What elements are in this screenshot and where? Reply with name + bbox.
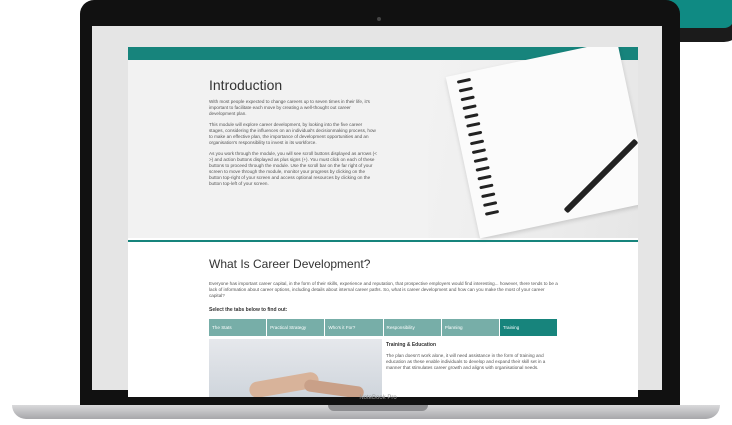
tab-responsibility[interactable]: Responsibility	[383, 319, 442, 336]
tab-training[interactable]: Training	[499, 319, 559, 336]
section-divider	[128, 240, 638, 242]
laptop-notch	[328, 405, 428, 411]
laptop-brand: NoteBook Pro	[359, 395, 397, 401]
camera-icon	[377, 17, 381, 21]
section-title: What Is Career Development?	[209, 257, 371, 271]
training-photo	[209, 339, 382, 397]
intro-paragraph: With most people expected to change care…	[209, 99, 370, 116]
intro-paragraph: This module will explore career developm…	[209, 122, 376, 145]
tabs-instruction: Select the tabs below to find out:	[209, 307, 288, 313]
panel-text: The plan doesn't work alone, it will nee…	[386, 353, 546, 370]
intro-paragraph: As you work through the module, you will…	[209, 151, 377, 186]
tab-planning[interactable]: Planning	[441, 319, 500, 336]
section-body: Everyone has important career capital, i…	[209, 281, 558, 298]
tab-bar: The Stats Practical Strategy Who's it Fo…	[209, 319, 559, 336]
tab-the-stats[interactable]: The Stats	[209, 319, 268, 336]
intro-title: Introduction	[209, 77, 283, 93]
intro-text: With most people expected to change care…	[209, 99, 377, 192]
tab-whos-it-for[interactable]: Who's it For?	[325, 319, 384, 336]
tab-practical-strategy[interactable]: Practical Strategy	[267, 319, 326, 336]
panel-title: Training & Education	[386, 342, 437, 348]
notebook-image	[445, 47, 638, 239]
web-page: Introduction With most people expected t…	[128, 47, 638, 397]
